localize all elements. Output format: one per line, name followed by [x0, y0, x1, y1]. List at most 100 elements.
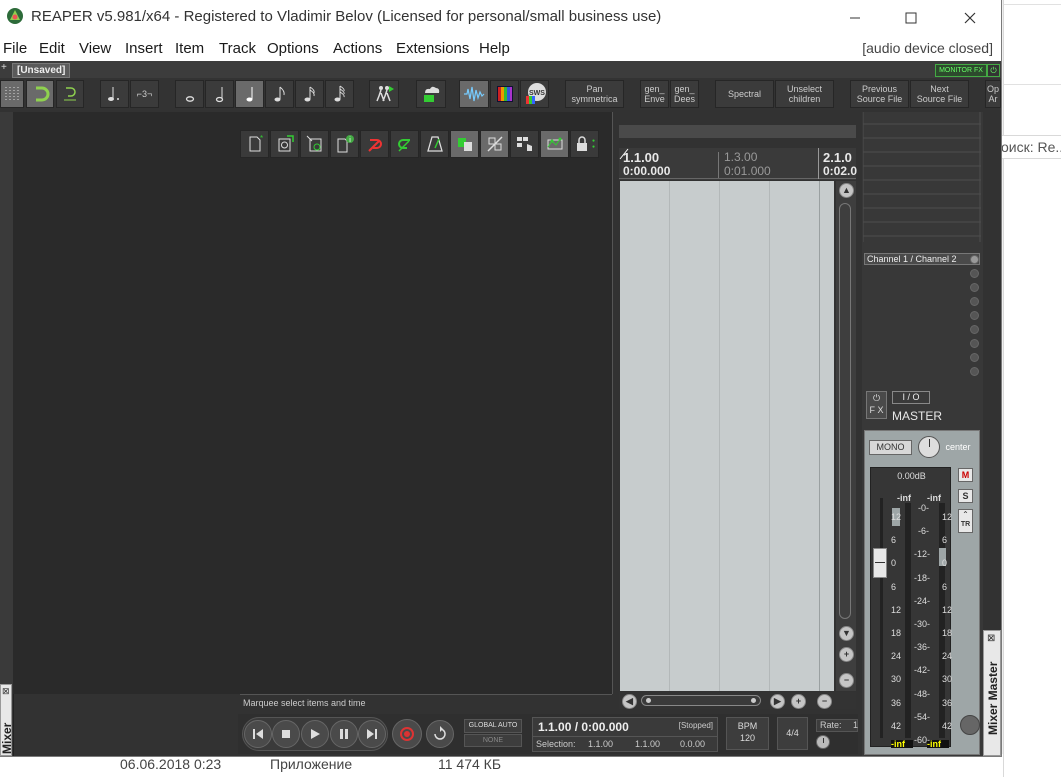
vertical-scroll-thumb[interactable]: [839, 203, 851, 619]
pan-symmetrical-button[interactable]: Pan symmetrica: [565, 80, 624, 108]
master-channel-routing[interactable]: Channel 1 / Channel 2: [864, 253, 980, 265]
fx-slot-dot[interactable]: [970, 269, 979, 278]
go-to-start-button[interactable]: [244, 720, 272, 748]
record-button[interactable]: [392, 719, 422, 749]
maximize-button[interactable]: [888, 0, 934, 35]
dotted-note-button[interactable]: [100, 80, 129, 108]
scroll-up-icon[interactable]: ▲: [839, 183, 854, 198]
triplet-button[interactable]: ⌐3¬: [130, 80, 159, 108]
scroll-right-icon[interactable]: ▶: [770, 694, 785, 709]
horizontal-scroll-thumb[interactable]: [641, 695, 761, 706]
spectral-button[interactable]: Spectral: [715, 80, 774, 108]
rate-box[interactable]: Rate: 1: [816, 719, 858, 732]
menu-track[interactable]: Track: [219, 40, 256, 57]
master-peak-right[interactable]: -inf: [927, 493, 941, 503]
thirtysecond-note-button[interactable]: [325, 80, 354, 108]
master-io-button[interactable]: I / O: [892, 391, 930, 404]
scroll-left-icon[interactable]: ◀: [622, 694, 637, 709]
selection-start[interactable]: 1.1.00: [588, 739, 613, 749]
mixer-dock-tab[interactable]: ⊠ Mixer: [0, 684, 14, 756]
zoom-in-vertical-icon[interactable]: +: [839, 647, 854, 662]
mono-button[interactable]: MONO: [869, 440, 912, 455]
horizontal-scrollbar[interactable]: ◀ ▶ + −: [619, 692, 856, 709]
stop-button[interactable]: [272, 720, 300, 748]
previous-source-file-button[interactable]: Previous Source File: [850, 80, 909, 108]
track-control-panel[interactable]: [13, 112, 613, 694]
background-search-box[interactable]: оиск: Re...: [997, 135, 1061, 159]
half-note-button[interactable]: [205, 80, 234, 108]
fx-slot-dot[interactable]: [970, 339, 979, 348]
minimize-button[interactable]: [832, 0, 878, 35]
gen-dees-button[interactable]: gen_ Dees: [670, 80, 699, 108]
sws-button[interactable]: SWS: [520, 80, 549, 108]
pan-knob[interactable]: [918, 436, 940, 458]
menu-help[interactable]: Help: [479, 40, 510, 57]
selection-end[interactable]: 1.1.00: [635, 739, 660, 749]
metronome-button[interactable]: [420, 130, 449, 158]
fx-slot-dot[interactable]: [970, 311, 979, 320]
sixteenth-note-button[interactable]: [295, 80, 324, 108]
unselect-children-button[interactable]: Unselect children: [775, 80, 834, 108]
menu-edit[interactable]: Edit: [39, 40, 65, 57]
quarter-note-button[interactable]: [235, 80, 264, 108]
vertical-scrollbar[interactable]: ▲ ▼ + −: [836, 181, 856, 691]
menu-view[interactable]: View: [79, 40, 111, 57]
ripple-edit-button[interactable]: [56, 80, 84, 108]
render-button[interactable]: [300, 130, 329, 158]
selection-length[interactable]: 0.0.00: [680, 739, 705, 749]
import-media-button[interactable]: [270, 130, 299, 158]
open-button[interactable]: Op Ar: [985, 80, 1001, 108]
eighth-note-button[interactable]: [265, 80, 294, 108]
master-fx-button[interactable]: ⏻ F X: [866, 391, 887, 419]
master-env-knob[interactable]: [960, 715, 980, 735]
menu-item[interactable]: Item: [175, 40, 204, 57]
time-signature[interactable]: 4/4: [777, 717, 808, 750]
scroll-down-icon[interactable]: ▼: [839, 626, 854, 641]
item-properties-button[interactable]: i: [330, 130, 359, 158]
master-volume-fader[interactable]: [873, 548, 887, 578]
ruler-people-button[interactable]: [369, 80, 399, 108]
monitor-fx-power-icon[interactable]: ⏻: [987, 64, 1000, 77]
repeat-button[interactable]: [426, 720, 454, 748]
zoom-out-vertical-icon[interactable]: −: [839, 673, 854, 688]
master-trim-button[interactable]: ⌃ TR: [958, 509, 973, 533]
fx-slot-dot[interactable]: [970, 353, 979, 362]
gen-env-button[interactable]: gen_ Enve: [640, 80, 669, 108]
menu-file[interactable]: File: [3, 40, 27, 57]
master-peak-left[interactable]: -inf: [897, 493, 911, 503]
redo-button[interactable]: [390, 130, 419, 158]
arrange-view[interactable]: [620, 181, 834, 691]
close-button[interactable]: [947, 0, 993, 35]
fx-slot-dot[interactable]: [970, 367, 979, 376]
menu-options[interactable]: Options: [267, 40, 319, 57]
zoom-in-horizontal-icon[interactable]: +: [791, 694, 806, 709]
monitor-fx-button[interactable]: MONITOR FX: [935, 64, 987, 77]
menu-actions[interactable]: Actions: [333, 40, 382, 57]
zoom-out-horizontal-icon[interactable]: −: [817, 694, 832, 709]
timeline-ruler[interactable]: 1.1.00 0:00.000 1.3.00 0:01.000 2.1.0 0:…: [619, 148, 857, 180]
automation-mode-none[interactable]: NONE: [464, 734, 522, 747]
fx-slot-dot[interactable]: [970, 297, 979, 306]
undo-button[interactable]: [360, 130, 389, 158]
spectrogram-button[interactable]: [490, 80, 519, 108]
play-button[interactable]: [301, 720, 329, 748]
mixer-master-dock-tab[interactable]: ⊠ Mixer Master: [983, 630, 1001, 756]
master-volume-readout[interactable]: 0.00dB: [871, 471, 952, 481]
master-mute-button[interactable]: M: [958, 468, 973, 482]
grid-toggle-button[interactable]: [0, 80, 24, 108]
global-auto-button[interactable]: GLOBAL AUTO: [464, 719, 522, 733]
cloud-button[interactable]: [416, 80, 446, 108]
time-display[interactable]: 1.1.00 / 0:00.000 [Stopped] Selection: 1…: [532, 717, 718, 752]
go-to-end-button[interactable]: [358, 720, 386, 748]
fx-slot-dot[interactable]: [970, 325, 979, 334]
whole-note-button[interactable]: [175, 80, 204, 108]
master-solo-button[interactable]: S: [958, 489, 973, 503]
grouping-button[interactable]: [510, 130, 539, 158]
bpm-box[interactable]: BPM 120: [726, 717, 769, 750]
next-source-file-button[interactable]: Next Source File: [910, 80, 969, 108]
menu-insert[interactable]: Insert: [125, 40, 163, 57]
envelope-points-button[interactable]: [540, 130, 569, 158]
fx-slot-dot[interactable]: [970, 283, 979, 292]
mixer-master-close-icon[interactable]: ⊠: [987, 633, 995, 644]
snap-toggle-button[interactable]: [26, 80, 54, 108]
